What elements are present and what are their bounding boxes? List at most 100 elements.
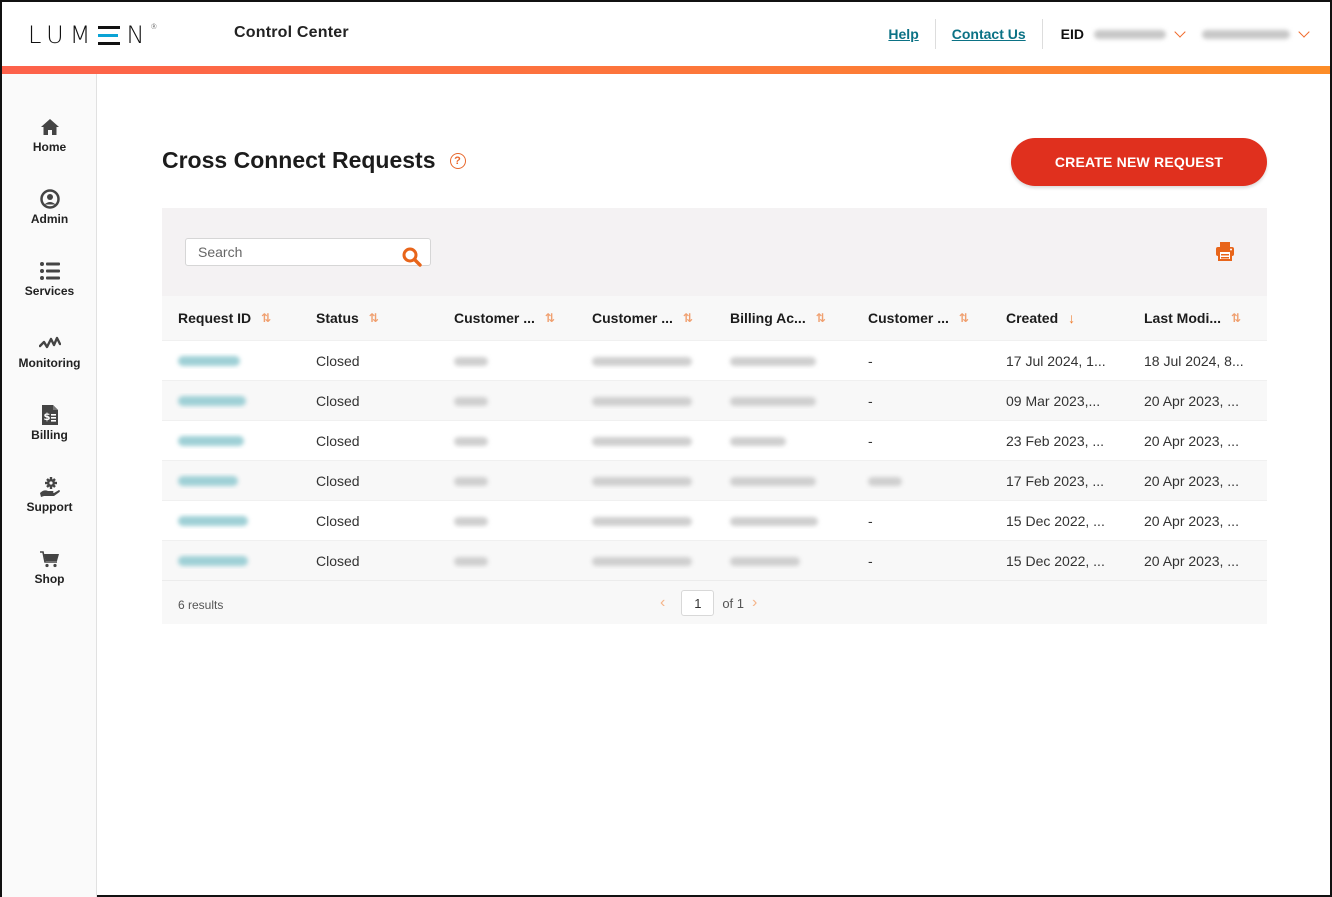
- sidebar-nav: Home Admin Services Monitoring $ Billing…: [2, 74, 97, 897]
- help-circle-icon[interactable]: ?: [450, 153, 466, 169]
- sidebar-item-billing[interactable]: $ Billing: [2, 404, 97, 442]
- column-label: Last Modi...: [1144, 310, 1221, 326]
- sidebar-item-support[interactable]: Support: [2, 476, 97, 514]
- sidebar-label: Home: [2, 140, 97, 154]
- customer-name-cell: [576, 513, 714, 529]
- create-new-request-button[interactable]: CREATE NEW REQUEST: [1011, 138, 1267, 186]
- sidebar-label: Monitoring: [2, 356, 97, 370]
- table-row[interactable]: Closed-15 Dec 2022, ...20 Apr 2023, ...: [162, 540, 1267, 580]
- request-id-link-redacted[interactable]: [178, 476, 238, 486]
- customer-name-cell: [576, 353, 714, 369]
- search-box: [185, 238, 431, 266]
- search-input[interactable]: [186, 239, 386, 265]
- sidebar-item-shop[interactable]: Shop: [2, 548, 97, 586]
- request-id-cell: [162, 393, 300, 409]
- sidebar-label: Shop: [2, 572, 97, 586]
- registered-mark: ®: [150, 23, 157, 31]
- customer-name-cell: [576, 393, 714, 409]
- column-header-last-modified[interactable]: Last Modi...⇅: [1128, 310, 1267, 326]
- customer-number-redacted: [454, 397, 488, 406]
- customer-number-redacted: [454, 517, 488, 526]
- column-header-request-id[interactable]: Request ID⇅: [162, 310, 300, 326]
- billing-account-redacted: [730, 517, 818, 526]
- sidebar-item-services[interactable]: Services: [2, 260, 97, 298]
- customer-number-redacted: [454, 477, 488, 486]
- request-id-link-redacted[interactable]: [178, 556, 248, 566]
- customer-ref-redacted: [868, 477, 902, 486]
- customer-number-cell: [438, 353, 576, 369]
- column-header-billing-account[interactable]: Billing Ac...⇅: [714, 310, 852, 326]
- results-count: 6 results: [178, 598, 223, 612]
- lumen-logo[interactable]: LUM N ®: [28, 22, 157, 48]
- user-dropdown[interactable]: [1196, 30, 1308, 39]
- column-header-customer-name[interactable]: Customer ... ⇅: [576, 310, 714, 326]
- contact-us-link[interactable]: Contact Us: [936, 26, 1042, 42]
- request-id-link-redacted[interactable]: [178, 356, 240, 366]
- table-row[interactable]: Closed17 Feb 2023, ...20 Apr 2023, ...: [162, 460, 1267, 500]
- customer-ref-cell: -: [852, 353, 990, 369]
- column-label: Created: [1006, 310, 1058, 326]
- list-icon: [2, 260, 97, 282]
- sidebar-item-admin[interactable]: Admin: [2, 188, 97, 226]
- invoice-dollar-icon: $: [2, 404, 97, 426]
- created-cell: 09 Mar 2023,...: [990, 393, 1128, 409]
- sidebar-item-home[interactable]: Home: [2, 116, 97, 154]
- status-cell: Closed: [300, 393, 438, 409]
- page-title-text: Cross Connect Requests: [162, 147, 436, 174]
- eid-dropdown[interactable]: EID: [1043, 26, 1196, 42]
- print-icon[interactable]: [1215, 241, 1235, 266]
- customer-number-redacted: [454, 437, 488, 446]
- chevron-left-icon[interactable]: ‹: [652, 594, 673, 612]
- eid-label: EID: [1043, 26, 1084, 42]
- customer-number-cell: [438, 433, 576, 449]
- sidebar-label: Admin: [2, 212, 97, 226]
- column-header-status[interactable]: Status⇅: [300, 310, 438, 326]
- logo-text-lum: LUM: [28, 22, 96, 48]
- column-label: Customer ...: [868, 310, 949, 326]
- sort-icon: ⇅: [683, 311, 693, 325]
- sort-icon: ⇅: [369, 311, 379, 325]
- hand-gear-icon: [2, 476, 97, 498]
- billing-account-redacted: [730, 357, 816, 366]
- table-row[interactable]: Closed-15 Dec 2022, ...20 Apr 2023, ...: [162, 500, 1267, 540]
- last-modified-cell: 20 Apr 2023, ...: [1128, 553, 1267, 569]
- request-id-cell: [162, 433, 300, 449]
- created-cell: 17 Jul 2024, 1...: [990, 353, 1128, 369]
- table-header-row: Request ID⇅ Status⇅ Customer ... ⇅ Custom…: [162, 296, 1267, 340]
- column-header-customer-ref[interactable]: Customer ...⇅: [852, 310, 990, 326]
- column-label: Customer ...: [592, 310, 673, 326]
- customer-ref-cell: -: [852, 393, 990, 409]
- customer-ref-cell: -: [852, 553, 990, 569]
- customer-name-redacted: [592, 557, 692, 566]
- help-link[interactable]: Help: [872, 26, 934, 42]
- table-row[interactable]: Closed-17 Jul 2024, 1...18 Jul 2024, 8..…: [162, 340, 1267, 380]
- request-id-link-redacted[interactable]: [178, 396, 246, 406]
- sidebar-item-monitoring[interactable]: Monitoring: [2, 332, 97, 370]
- column-header-customer-number[interactable]: Customer ...⇅: [438, 310, 576, 326]
- requests-table: Request ID⇅ Status⇅ Customer ... ⇅ Custom…: [162, 296, 1267, 580]
- top-header: LUM N ® Control Center Help Contact Us E…: [2, 2, 1330, 66]
- customer-number-cell: [438, 393, 576, 409]
- billing-account-cell: [714, 433, 852, 449]
- user-name-redacted: [1202, 30, 1290, 39]
- billing-account-redacted: [730, 437, 786, 446]
- request-id-cell: [162, 513, 300, 529]
- billing-account-redacted: [730, 477, 816, 486]
- table-row[interactable]: Closed-09 Mar 2023,...20 Apr 2023, ...: [162, 380, 1267, 420]
- customer-number-cell: [438, 553, 576, 569]
- billing-account-cell: [714, 553, 852, 569]
- column-header-created[interactable]: Created↓: [990, 310, 1128, 326]
- home-icon: [2, 116, 97, 138]
- sort-icon: ⇅: [261, 311, 271, 325]
- billing-account-redacted: [730, 397, 816, 406]
- page-number-input[interactable]: 1: [681, 590, 714, 616]
- search-icon[interactable]: [402, 247, 422, 272]
- chevron-right-icon[interactable]: ›: [744, 594, 765, 612]
- table-row[interactable]: Closed-23 Feb 2023, ...20 Apr 2023, ...: [162, 420, 1267, 460]
- customer-ref-cell: -: [852, 433, 990, 449]
- request-id-link-redacted[interactable]: [178, 516, 248, 526]
- customer-number-redacted: [454, 557, 488, 566]
- created-cell: 23 Feb 2023, ...: [990, 433, 1128, 449]
- request-id-link-redacted[interactable]: [178, 436, 244, 446]
- customer-name-redacted: [592, 397, 692, 406]
